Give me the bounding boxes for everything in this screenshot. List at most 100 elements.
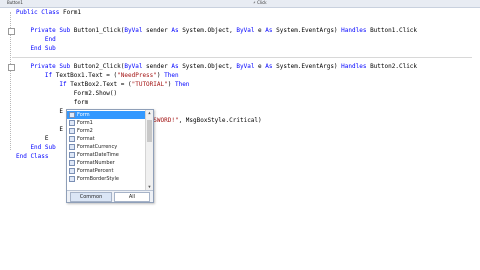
code-keyword: If	[16, 72, 53, 79]
code-text: form	[16, 99, 89, 106]
code-string: "NeedPress"	[117, 72, 157, 79]
intellisense-item-label: Form2	[77, 128, 93, 134]
intellisense-item-label: Format	[77, 136, 95, 142]
intellisense-item-label: FormatPercent	[77, 168, 114, 174]
method-dropdown[interactable]: ⚡ Click	[250, 0, 373, 5]
code-keyword: End Sub	[16, 144, 56, 151]
scroll-thumb[interactable]	[147, 120, 152, 142]
class-icon	[69, 152, 75, 158]
code-keyword: Private Sub	[16, 63, 74, 70]
intellisense-item[interactable]: FormatDateTime	[67, 151, 145, 159]
code-keyword: Then	[164, 72, 179, 79]
code-line: End Class	[16, 152, 49, 161]
class-icon	[69, 128, 75, 134]
code-editor[interactable]: Public Class Form1 Private Sub Button1_C…	[0, 8, 480, 270]
code-line: Form2.Show()	[16, 89, 117, 98]
code-keyword: As	[171, 27, 179, 34]
intellisense-item-label: Form	[77, 112, 90, 118]
intellisense-item[interactable]: Form2	[67, 127, 145, 135]
intellisense-item[interactable]: Format	[67, 135, 145, 143]
tab-all-label: All	[128, 194, 136, 200]
method-separator	[12, 57, 472, 58]
code-keyword: ByVal	[124, 63, 143, 70]
intellisense-item-label: Form1	[77, 120, 93, 126]
code-keyword: End Sub	[16, 45, 56, 52]
code-text: E	[16, 135, 49, 142]
intellisense-item[interactable]: FormatPercent	[67, 167, 145, 175]
code-keyword: Handles	[341, 63, 367, 70]
code-keyword: Handles	[341, 27, 367, 34]
code-line: E	[16, 134, 49, 143]
code-keyword: As	[171, 63, 179, 70]
code-text: e	[254, 63, 266, 70]
code-line: Private Sub Button1_Click(ByVal sender A…	[16, 26, 417, 35]
tab-all[interactable]: All	[114, 192, 150, 202]
code-keyword: ByVal	[236, 63, 255, 70]
code-text: System.EventArgs)	[272, 63, 342, 70]
code-text: TextBox1.Text = (	[52, 72, 118, 79]
class-icon	[69, 144, 75, 150]
intellisense-list[interactable]: Form Form1 Form2 Format FormatCurrency Format…	[67, 111, 145, 183]
code-text: sender	[142, 27, 172, 34]
code-text: Button1.Click	[366, 27, 418, 34]
code-text: System.Object,	[178, 63, 237, 70]
code-keyword: Public Class	[16, 9, 63, 16]
code-keyword: ByVal	[124, 27, 143, 34]
intellisense-item-label: FormatDateTime	[77, 152, 119, 158]
code-line: End Sub	[16, 143, 56, 152]
code-text: Form2.Show()	[16, 90, 118, 97]
intellisense-popup[interactable]: Form Form1 Form2 Format FormatCurrency Format…	[66, 109, 154, 203]
intellisense-tabs: Common All	[67, 190, 153, 202]
code-text: )	[167, 81, 175, 88]
collapse-toggle-icon[interactable]	[8, 64, 15, 71]
code-text: Form1	[62, 9, 82, 16]
code-keyword: End	[16, 36, 56, 43]
intellisense-item[interactable]: FormBorderStyle	[67, 175, 145, 183]
code-text: E	[16, 126, 63, 133]
tab-common[interactable]: Common	[70, 192, 112, 202]
intellisense-item[interactable]: FormatNumber	[67, 159, 145, 167]
code-keyword: If	[16, 81, 67, 88]
intellisense-scrollbar[interactable]: ▲ ▼	[145, 110, 153, 190]
editor-navigation-bar: Button1 ⚡ Click	[0, 0, 480, 8]
code-string: "TUTORIAL"	[131, 81, 168, 88]
code-keyword: Then	[174, 81, 190, 88]
code-line: E	[16, 125, 63, 134]
code-line: If TextBox1.Text = ("NeedPress") Then	[16, 71, 179, 80]
code-line: End	[16, 35, 56, 44]
class-icon	[69, 160, 75, 166]
code-line: Private Sub Button2_Click(ByVal sender A…	[16, 62, 417, 71]
method-dropdown-icon: ⚡	[253, 0, 256, 5]
scroll-down-icon[interactable]: ▼	[147, 184, 152, 189]
class-icon	[69, 120, 75, 126]
intellisense-item[interactable]: Form	[67, 111, 145, 119]
class-dropdown-value: Button1	[7, 0, 23, 5]
class-icon	[69, 112, 75, 118]
code-line: If TextBox2.Text = ("TUTORIAL") Then	[16, 80, 189, 89]
code-text: Button1_Click(	[73, 27, 125, 34]
class-icon	[69, 136, 75, 142]
code-line: End Sub	[16, 44, 56, 53]
method-dropdown-value: Click	[257, 0, 267, 5]
code-text: E	[16, 108, 63, 115]
code-keyword: ByVal	[236, 27, 255, 34]
intellisense-item[interactable]: Form1	[67, 119, 145, 127]
code-keyword: As	[265, 63, 273, 70]
code-text: TextBox2.Text = (	[66, 81, 132, 88]
intellisense-item-label: FormatNumber	[77, 160, 115, 166]
code-text: System.EventArgs)	[272, 27, 342, 34]
intellisense-item-label: FormatCurrency	[77, 144, 118, 150]
class-dropdown[interactable]: Button1	[4, 0, 127, 5]
code-line: form	[16, 98, 88, 107]
class-icon	[69, 176, 75, 182]
class-icon	[69, 168, 75, 174]
tab-common-label: Common	[79, 194, 103, 200]
intellisense-item-label: FormBorderStyle	[77, 176, 119, 182]
code-text: sender	[142, 63, 172, 70]
scroll-up-icon[interactable]: ▲	[147, 110, 152, 115]
code-keyword: As	[265, 27, 273, 34]
collapse-toggle-icon[interactable]	[8, 28, 15, 35]
code-text: e	[254, 27, 266, 34]
code-line: Public Class Form1	[16, 8, 81, 17]
intellisense-item[interactable]: FormatCurrency	[67, 143, 145, 151]
